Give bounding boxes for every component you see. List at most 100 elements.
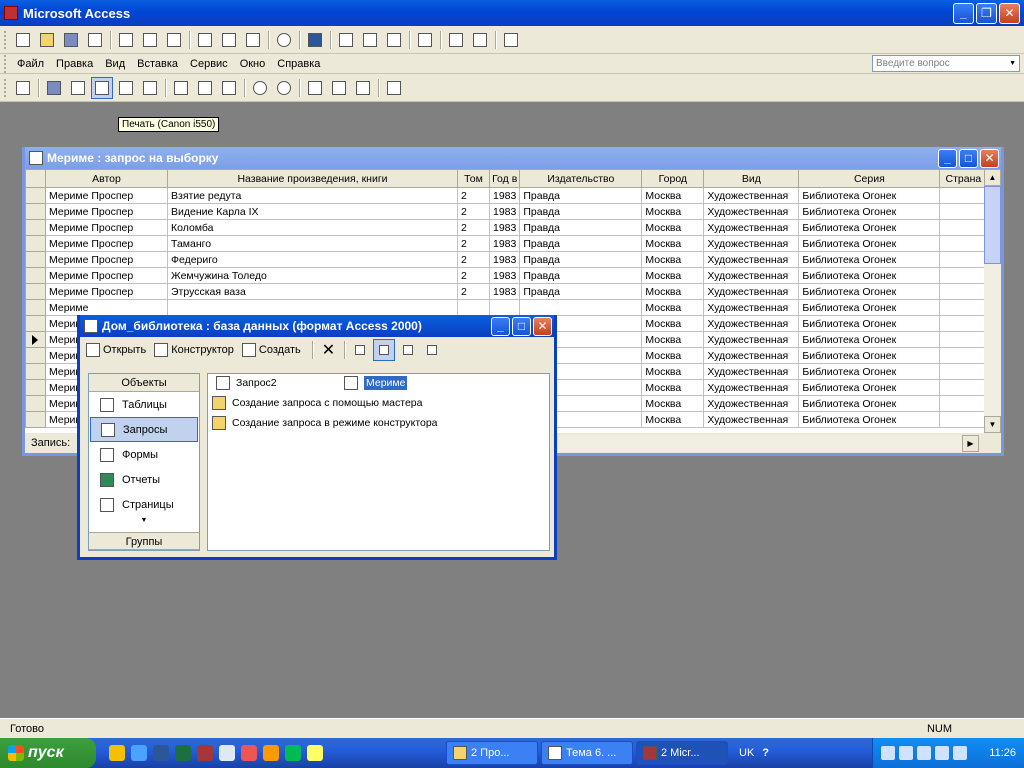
print-icon[interactable]	[91, 76, 113, 99]
table-cell[interactable]: Мериме Проспер	[45, 267, 168, 284]
table-row[interactable]: Мериме Проспер Этрусская ваза 2 1983 Правда М…	[25, 283, 988, 300]
scroll-up-icon[interactable]: ▲	[984, 169, 1001, 186]
table-cell[interactable]: Библиотека Огонек	[798, 395, 941, 412]
scroll-down-icon[interactable]: ▼	[984, 416, 1001, 433]
table-cell[interactable]: Библиотека Огонек	[798, 219, 941, 236]
table-cell[interactable]: Библиотека Огонек	[798, 203, 941, 220]
table-cell[interactable]: 2	[457, 251, 490, 268]
vertical-scrollbar[interactable]: ▲ ▼	[984, 169, 1001, 433]
large-icons-icon[interactable]	[349, 339, 371, 361]
column-header[interactable]: Том	[457, 169, 490, 188]
row-selector[interactable]	[25, 331, 46, 348]
table-row[interactable]: Мериме Москва Художественная Библиотека Ого…	[25, 299, 988, 316]
table-cell[interactable]: 1983	[488, 219, 521, 236]
table-cell[interactable]: Библиотека Огонек	[798, 251, 941, 268]
table-cell[interactable]: 2	[457, 219, 490, 236]
list-view-icon[interactable]	[397, 339, 419, 361]
column-header[interactable]: Название произведения, книги	[167, 169, 458, 188]
open-folder-icon[interactable]	[36, 29, 58, 51]
db-minimize-button[interactable]: _	[491, 316, 510, 336]
ie-icon[interactable]	[131, 745, 147, 761]
table-cell[interactable]: Мериме Проспер	[45, 235, 168, 252]
table-cell[interactable]: Москва	[641, 187, 705, 204]
database-window-icon[interactable]	[328, 77, 350, 99]
list-item-wizard[interactable]: Создание запроса с помощью мастера	[212, 394, 422, 412]
outlook-icon[interactable]	[219, 745, 235, 761]
table-cell[interactable]: Библиотека Огонек	[798, 315, 941, 332]
cut-icon[interactable]	[194, 29, 216, 51]
access-icon[interactable]	[197, 745, 213, 761]
table-cell[interactable]: Художественная	[703, 379, 800, 396]
table-row[interactable]: Мериме Проспер Взятие редута 2 1983 Правда Мо…	[25, 187, 988, 204]
row-selector[interactable]	[25, 219, 46, 236]
table-cell[interactable]: Мериме Проспер	[45, 283, 168, 300]
table-cell[interactable]	[519, 299, 643, 316]
table-row[interactable]: Мериме Проспер Таманго 2 1983 Правда Москва Ху…	[25, 235, 988, 252]
table-cell[interactable]: Правда	[519, 187, 643, 204]
start-button[interactable]: пуск	[0, 738, 96, 768]
table-cell[interactable]: Видение Карла IX	[167, 203, 458, 220]
table-cell[interactable]	[939, 187, 988, 204]
column-header[interactable]: Автор	[45, 169, 168, 188]
query-close-button[interactable]: ✕	[980, 148, 999, 168]
object-forms[interactable]: Формы	[90, 442, 198, 467]
table-cell[interactable]: Москва	[641, 331, 705, 348]
menu-insert[interactable]: Вставка	[131, 56, 184, 72]
row-selector[interactable]	[25, 235, 46, 252]
table-cell[interactable]: Библиотека Огонек	[798, 235, 941, 252]
table-cell[interactable]: Федериго	[167, 251, 458, 268]
table-cell[interactable]: 2	[457, 267, 490, 284]
details-view-icon[interactable]	[421, 339, 443, 361]
table-cell[interactable]	[939, 331, 988, 348]
save-icon[interactable]	[60, 29, 82, 51]
table-cell[interactable]: Художественная	[703, 251, 800, 268]
column-header[interactable]: Год в	[488, 169, 521, 188]
table-cell[interactable]: Мериме Проспер	[45, 203, 168, 220]
table-cell[interactable]: Правда	[519, 283, 643, 300]
small-icons-icon[interactable]	[373, 339, 396, 361]
undo-icon[interactable]	[249, 77, 271, 99]
column-header[interactable]: Страна	[939, 169, 988, 188]
table-cell[interactable]: Художественная	[703, 187, 800, 204]
table-cell[interactable]: Художественная	[703, 331, 800, 348]
print-preview-icon[interactable]	[115, 77, 137, 99]
db-maximize-button[interactable]: □	[512, 316, 531, 336]
help-icon[interactable]: ?	[762, 747, 769, 759]
table-row[interactable]: Мериме Проспер Коломба 2 1983 Правда Москва Ху…	[25, 219, 988, 236]
column-header[interactable]: Серия	[798, 169, 941, 188]
table-cell[interactable]: Правда	[519, 251, 643, 268]
table-cell[interactable]: 1983	[488, 283, 521, 300]
column-header[interactable]: Вид	[703, 169, 800, 188]
redo-icon[interactable]	[273, 77, 295, 99]
menu-file[interactable]: Файл	[11, 56, 50, 72]
table-cell[interactable]	[167, 299, 458, 316]
help-icon[interactable]	[500, 29, 522, 51]
paste-icon[interactable]	[218, 77, 240, 99]
table-cell[interactable]: Москва	[641, 395, 705, 412]
new-object-icon[interactable]	[352, 77, 374, 99]
object-pages[interactable]: Страницы	[90, 492, 198, 517]
printer-icon[interactable]	[935, 746, 950, 760]
scroll-right-icon[interactable]: ▶	[962, 434, 979, 452]
ask-question-box[interactable]: Введите вопрос ▼	[872, 55, 1020, 72]
row-selector[interactable]	[25, 299, 46, 316]
row-selector[interactable]	[25, 315, 46, 332]
undo-icon[interactable]	[273, 29, 295, 51]
table-cell[interactable]: Москва	[641, 283, 705, 300]
table-cell[interactable]: 2	[457, 203, 490, 220]
design-button[interactable]: Конструктор	[154, 343, 234, 357]
table-cell[interactable]: Художественная	[703, 299, 800, 316]
table-cell[interactable]	[457, 299, 490, 316]
table-cell[interactable]: Москва	[641, 411, 705, 428]
table-cell[interactable]: 1983	[488, 251, 521, 268]
table-cell[interactable]: Библиотека Огонек	[798, 187, 941, 204]
table-cell[interactable]: Правда	[519, 235, 643, 252]
cut-icon[interactable]	[170, 77, 192, 99]
table-cell[interactable]: Москва	[641, 203, 705, 220]
table-cell[interactable]	[939, 283, 988, 300]
table-cell[interactable]: Художественная	[703, 315, 800, 332]
row-selector[interactable]	[25, 411, 46, 428]
table-cell[interactable]: Москва	[641, 235, 705, 252]
horizontal-scrollbar[interactable]: ▶	[559, 434, 979, 452]
close-button[interactable]: ✕	[999, 2, 1020, 24]
